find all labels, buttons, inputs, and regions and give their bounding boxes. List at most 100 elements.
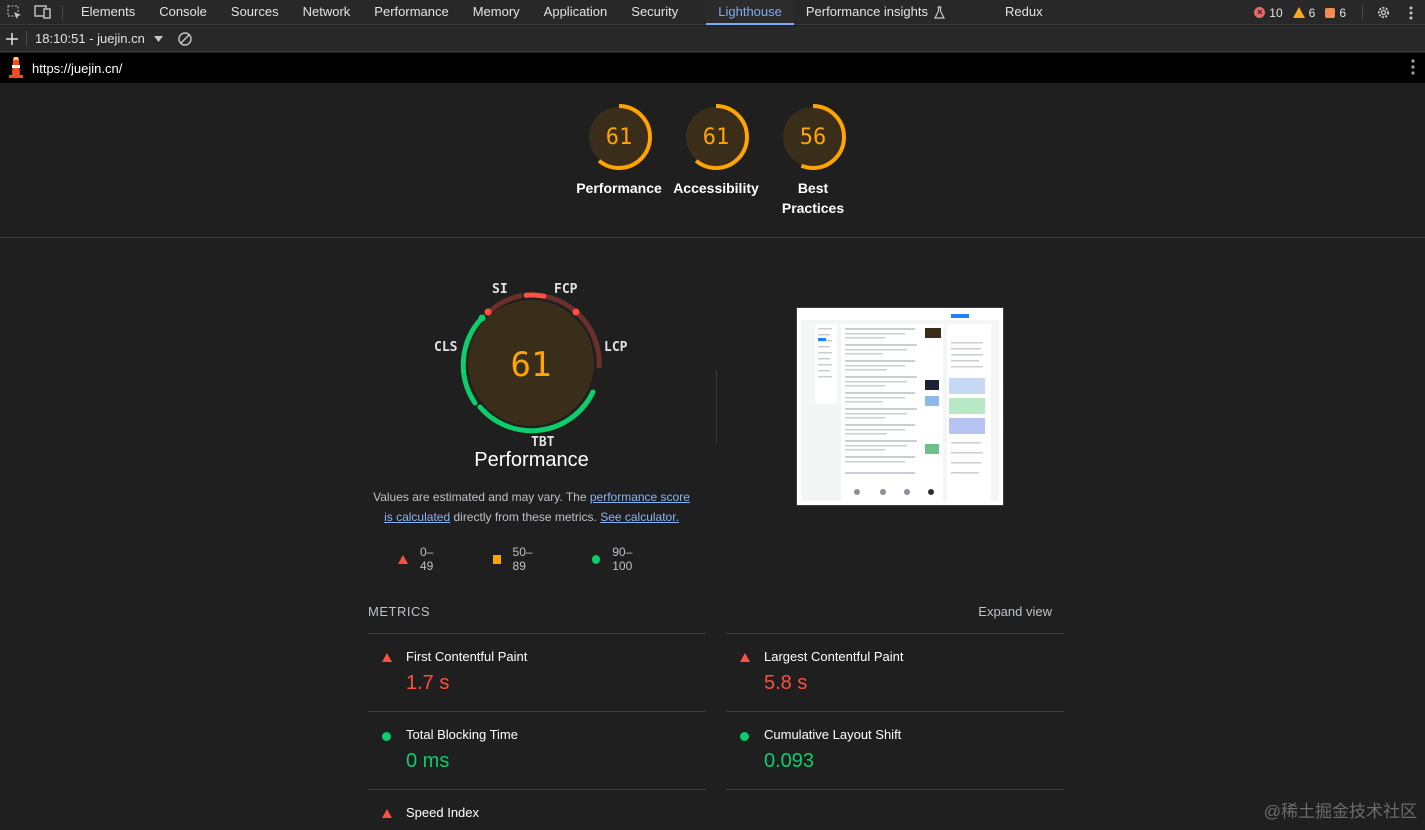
error-badge[interactable]: × 10 — [1254, 6, 1283, 20]
watermark: @稀土掘金技术社区 — [1263, 802, 1417, 821]
error-icon: × — [1254, 7, 1266, 18]
gauge-marker-lcp — [572, 308, 580, 316]
toolbar-divider — [26, 31, 27, 46]
metric-lcp-name: Largest Contentful Paint — [764, 649, 904, 664]
metric-si-name: Speed Index — [406, 805, 480, 820]
issues-count: 6 — [1339, 5, 1346, 20]
gauge-label-cls: CLS — [434, 340, 458, 355]
issues-badge[interactable]: 6 — [1325, 6, 1346, 20]
tab-security[interactable]: Security — [619, 0, 690, 25]
report-select-label[interactable]: 18:10:51 - juejin.cn — [35, 31, 145, 46]
legend-fail-range: 0–49 — [420, 545, 434, 573]
metric-tbt-value: 0 ms — [406, 750, 450, 772]
metric-fcp-name: First Contentful Paint — [406, 649, 528, 664]
legend-average-range: 50–89 — [512, 545, 533, 573]
metric-tbt[interactable]: Total Blocking Time 0 ms — [368, 711, 706, 789]
pass-circle-icon — [740, 732, 749, 741]
lighthouse-report-bar: 18:10:51 - juejin.cn — [0, 26, 1425, 52]
metric-fcp-value: 1.7 s — [406, 672, 450, 694]
settings-gear-icon[interactable] — [1369, 0, 1397, 25]
issues-flag-icon — [1325, 7, 1336, 18]
tab-elements[interactable]: Elements — [69, 0, 147, 25]
inspect-element-icon[interactable] — [0, 0, 28, 25]
gauge-accessibility[interactable]: 61 Accessibility — [666, 102, 766, 198]
desc-mid: directly from these metrics. — [450, 510, 601, 524]
toolbar-right: × 10 6 6 — [1254, 0, 1425, 25]
metric-si[interactable]: Speed Index — [368, 789, 706, 830]
gauge-performance[interactable]: 61 Performance — [569, 102, 669, 198]
chevron-down-icon[interactable] — [151, 26, 167, 51]
gauge-label-si: SI — [492, 282, 508, 297]
score-legend: 0–49 50–89 90–100 — [398, 545, 698, 573]
tab-performance-insights[interactable]: Performance insights — [794, 0, 957, 25]
gauge-performance-label: Performance — [576, 180, 662, 196]
gauge-best-practices-score: 56 — [800, 125, 827, 150]
report-url[interactable]: https://juejin.cn/ — [32, 61, 122, 76]
warning-count: 6 — [1308, 5, 1316, 20]
flask-icon — [934, 5, 945, 19]
tab-memory[interactable]: Memory — [461, 0, 532, 25]
pass-circle-icon — [382, 732, 391, 741]
report-menu-icon[interactable] — [1411, 59, 1415, 75]
lighthouse-logo-icon — [8, 56, 24, 81]
gauge-best-practices[interactable]: 56 Best Practices — [763, 102, 863, 218]
gauge-marker-cls — [478, 314, 486, 322]
see-calculator-link[interactable]: See calculator. — [600, 510, 679, 524]
more-options-icon[interactable] — [1397, 0, 1425, 25]
fail-triangle-icon — [740, 653, 750, 662]
performance-score: 61 — [511, 345, 552, 385]
performance-metrics-gauge: 61 — [460, 292, 602, 434]
page-screenshot-image — [801, 312, 999, 501]
metric-fcp[interactable]: First Contentful Paint 1.7 s — [368, 633, 706, 711]
square-orange-icon — [492, 554, 501, 564]
gauge-performance-score: 61 — [606, 125, 633, 150]
legend-fail: 0–49 — [398, 545, 443, 573]
gauge-performance-ring: 61 — [586, 104, 652, 170]
toolbar-divider — [62, 4, 63, 20]
warning-badge[interactable]: 6 — [1292, 5, 1316, 20]
final-screenshot-thumbnail[interactable] — [796, 307, 1004, 506]
gauge-segment-fcp-fill — [523, 292, 547, 299]
tab-sources[interactable]: Sources — [219, 0, 291, 25]
gauge-marker-si — [484, 308, 492, 316]
metric-cls[interactable]: Cumulative Layout Shift 0.093 — [726, 711, 1064, 789]
desc-prefix: Values are estimated and may vary. The — [373, 490, 590, 504]
metrics-title: METRICS — [368, 604, 430, 619]
metric-lcp[interactable]: Largest Contentful Paint 5.8 s — [726, 633, 1064, 711]
expand-view-toggle[interactable]: Expand view — [978, 604, 1052, 619]
report-url-bar: https://juejin.cn/ — [0, 53, 1425, 83]
gauge-accessibility-label: Accessibility — [673, 180, 759, 196]
legend-pass: 90–100 — [592, 545, 648, 573]
legend-pass-range: 90–100 — [612, 545, 633, 573]
gauge-best-practices-ring: 56 — [780, 104, 846, 170]
device-toolbar-icon[interactable] — [28, 0, 56, 25]
fail-triangle-icon — [382, 809, 392, 818]
fail-triangle-icon — [382, 653, 392, 662]
tab-network[interactable]: Network — [291, 0, 363, 25]
metric-tbt-name: Total Blocking Time — [406, 727, 518, 742]
tab-lighthouse[interactable]: Lighthouse — [706, 0, 794, 25]
legend-average: 50–89 — [492, 545, 543, 573]
gauge-label-tbt: TBT — [531, 435, 555, 450]
metric-empty-cell — [726, 789, 1064, 830]
triangle-red-icon — [398, 554, 408, 564]
metric-lcp-value: 5.8 s — [764, 672, 808, 694]
devtools-tabbar: Elements Console Sources Network Perform… — [0, 0, 1425, 25]
metric-cls-value: 0.093 — [764, 750, 815, 772]
metric-cls-name: Cumulative Layout Shift — [764, 727, 902, 742]
new-report-plus-icon[interactable] — [0, 26, 24, 51]
gauge-accessibility-ring: 61 — [683, 104, 749, 170]
tab-redux[interactable]: Redux — [993, 0, 1055, 25]
performance-description: Values are estimated and may vary. The p… — [368, 487, 695, 527]
clear-reports-icon[interactable] — [175, 26, 195, 51]
gauge-accessibility-score: 61 — [703, 125, 730, 150]
category-gauges: 61 Performance 61 Accessibility 56 Best … — [0, 84, 1425, 238]
warning-icon — [1292, 7, 1305, 18]
tab-performance[interactable]: Performance — [362, 0, 460, 25]
tab-console[interactable]: Console — [147, 0, 219, 25]
summary-divider — [716, 370, 717, 442]
toolbar-divider — [1362, 5, 1363, 20]
performance-title: Performance — [474, 449, 589, 471]
tab-application[interactable]: Application — [532, 0, 620, 25]
tab-performance-insights-label: Performance insights — [805, 4, 928, 19]
